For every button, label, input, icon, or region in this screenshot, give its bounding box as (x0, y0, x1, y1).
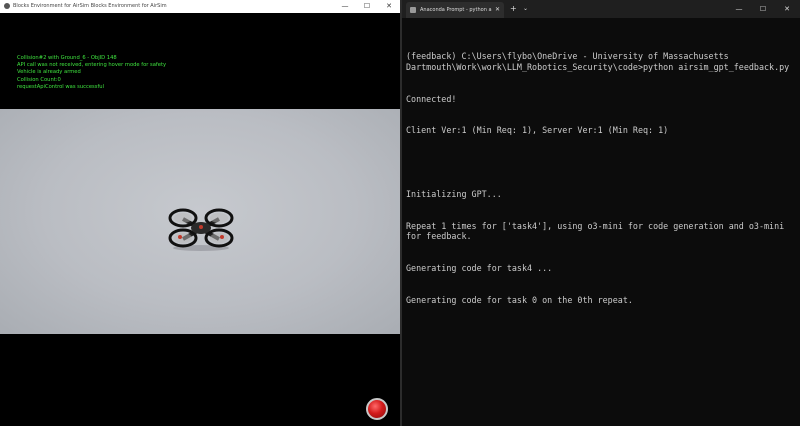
terminal-line: Client Ver:1 (Min Req: 1), Server Ver:1 … (406, 125, 669, 136)
minimize-button[interactable]: — (334, 0, 356, 13)
maximize-button[interactable]: ☐ (752, 0, 774, 18)
hud-messages: Collision#2 with Ground_6 - ObjID 148 AP… (17, 55, 166, 91)
terminal-icon (410, 7, 416, 13)
tab-close-icon[interactable]: ✕ (495, 2, 500, 18)
terminal-titlebar[interactable]: Anaconda Prompt - python a ✕ + ⌄ — ☐ ✕ (402, 0, 800, 18)
terminal-output[interactable]: (feedback) C:\Users\flybo\OneDrive - Uni… (406, 30, 796, 327)
terminal-window: Anaconda Prompt - python a ✕ + ⌄ — ☐ ✕ (… (402, 0, 800, 426)
simulation-viewport[interactable]: Collision#2 with Ground_6 - ObjID 148 AP… (0, 13, 400, 426)
terminal-line: Repeat 1 times for ['task4'], using o3-m… (406, 220, 790, 242)
close-button[interactable]: ✕ (776, 0, 798, 18)
maximize-button[interactable]: ☐ (356, 0, 378, 13)
tab-anaconda-prompt[interactable]: Anaconda Prompt - python a ✕ (406, 2, 504, 18)
hud-message: Collision#2 with Ground_6 - ObjID 148 (17, 55, 117, 61)
bottom-area (0, 334, 400, 426)
quadcopter-drone (168, 208, 234, 251)
airsim-window-title: Blocks Environment for AirSim Blocks Env… (13, 3, 167, 9)
unreal-app-icon (4, 3, 10, 9)
airsim-window: Blocks Environment for AirSim Blocks Env… (0, 0, 400, 426)
record-icon[interactable] (366, 398, 388, 420)
new-tab-button[interactable]: + (510, 0, 517, 18)
tab-label: Anaconda Prompt - python a (420, 7, 492, 13)
terminal-line: (feedback) C:\Users\flybo\OneDrive - Uni… (406, 51, 790, 72)
minimize-button[interactable]: — (728, 0, 750, 18)
terminal-line: Initializing GPT... (406, 188, 502, 199)
terminal-line: Generating code for task 0 on the 0th re… (406, 294, 633, 305)
close-button[interactable]: ✕ (378, 0, 400, 13)
hud-message: Vehicle is already armed (17, 69, 81, 76)
hud-message: API call was not received, entering hove… (17, 62, 167, 69)
terminal-line: Generating code for task4 ... (406, 263, 553, 274)
hud-message: Collision Count:0 (17, 76, 61, 83)
airsim-titlebar[interactable]: Blocks Environment for AirSim Blocks Env… (0, 0, 400, 13)
hud-message: requestApiControl was successful (17, 83, 105, 90)
tab-dropdown-icon[interactable]: ⌄ (523, 0, 528, 18)
terminal-line: Connected! (406, 93, 457, 104)
